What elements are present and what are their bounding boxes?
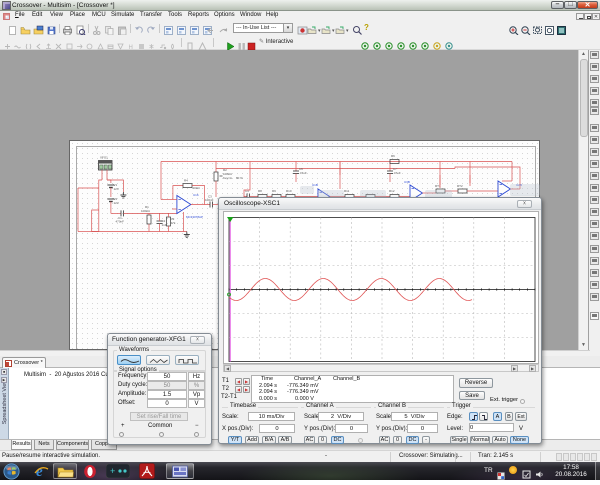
svg-text:U3B: U3B (404, 180, 410, 184)
svg-text:100kΩ: 100kΩ (141, 209, 151, 213)
svg-text:47k: 47k (171, 221, 176, 225)
svg-text:U16: U16 (193, 193, 199, 197)
svg-text:C4: C4 (245, 189, 249, 193)
svg-text:XFG1: XFG1 (100, 156, 108, 160)
svg-text:.47uF: .47uF (393, 171, 401, 175)
svg-text:R8: R8 (258, 189, 262, 193)
svg-text:80 %: 80 % (236, 176, 243, 180)
svg-text:100nF: 100nF (205, 198, 214, 202)
svg-text:.47uF: .47uF (299, 171, 307, 175)
svg-text:R4: R4 (184, 179, 188, 183)
svg-text:+: + (110, 466, 115, 476)
svg-text:R9: R9 (272, 189, 276, 193)
svg-text:1nF: 1nF (162, 223, 167, 227)
svg-text:Key=A: Key=A (223, 176, 232, 180)
svg-text:12V: 12V (114, 187, 119, 191)
svg-text:12V: 12V (114, 201, 119, 205)
svg-text:MC33078AP: MC33078AP (186, 215, 203, 219)
svg-text:R10: R10 (286, 189, 292, 193)
svg-text:R6: R6 (391, 154, 395, 158)
svg-text:R12: R12 (389, 189, 395, 193)
svg-text:e: e (36, 464, 43, 480)
svg-text:470nF: 470nF (116, 220, 125, 224)
svg-text:RT2: RT2 (457, 184, 463, 188)
svg-text:10kΩ: 10kΩ (193, 186, 201, 190)
svg-text:R11: R11 (344, 189, 350, 193)
